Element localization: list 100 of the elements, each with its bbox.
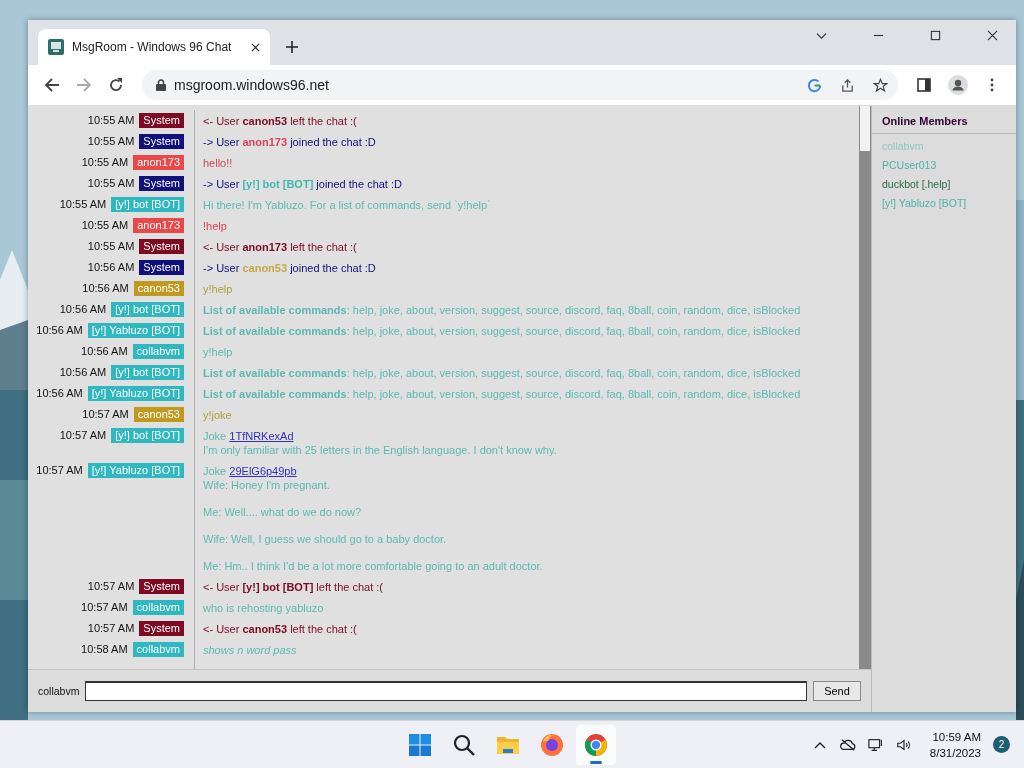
star-icon[interactable] — [873, 77, 888, 93]
message-text: Wife: Well, I guess we should go to a baby doctor. — [203, 533, 447, 545]
message-text: who is rehosting yabluzo — [203, 602, 324, 614]
username-tag: collabvm — [132, 600, 184, 615]
username-tag: [y!] Yabluzo [BOT] — [87, 386, 184, 401]
message-text: List of available commands: help, joke, about, version, suggest, source, discord, faq, 8ball, coin, random, dice, isBlocked — [203, 388, 801, 400]
message-time: 10:56 AM — [59, 365, 107, 380]
message-text: y!help — [203, 283, 233, 295]
username-tag: [y!] Yabluzo [BOT] — [87, 323, 184, 338]
message-time: 10:57 AM — [82, 407, 129, 422]
clock-time[interactable]: 10:59 AM — [932, 728, 981, 745]
message-text: List of available commands: help, joke, about, version, suggest, source, discord, faq, 8ball, coin, random, dice, isBlocked — [203, 304, 801, 316]
address-bar[interactable]: msgroom.windows96.net — [142, 70, 898, 100]
message-text: Hi there! I'm Yabluzo. For a list of commands, send `y!help` — [203, 199, 491, 211]
message-text: y!joke — [203, 409, 232, 421]
username-tag: anon173 — [133, 155, 184, 170]
browser-tab[interactable]: MsgRoom - Windows 96 Chat — [38, 29, 270, 65]
message-time: 10:57 AM — [59, 428, 107, 443]
username-tag: canon53 — [133, 281, 184, 296]
tab-title: MsgRoom - Windows 96 Chat — [72, 40, 233, 54]
message-time: 10:55 AM — [87, 176, 135, 191]
username-tag: System — [139, 621, 184, 636]
message-time: 10:55 AM — [81, 218, 129, 233]
username-tag: collabvm — [132, 344, 184, 359]
back-arrow-icon[interactable] — [44, 77, 60, 93]
message-time: 10:56 AM — [82, 281, 129, 296]
chevron-down-icon[interactable] — [816, 30, 827, 41]
message-text: hello!! — [203, 157, 233, 169]
message-time: 10:57 AM — [81, 600, 128, 615]
message-text: y!help — [203, 346, 233, 358]
share-icon[interactable] — [840, 77, 855, 93]
google-icon[interactable] — [807, 77, 822, 93]
username-tag: [y!] bot [BOT] — [111, 302, 184, 317]
username-tag: System — [139, 260, 184, 275]
message-time: 10:56 AM — [36, 323, 83, 338]
send-button[interactable]: Send — [813, 681, 861, 701]
username-tag: [y!] Yabluzo [BOT] — [87, 463, 184, 478]
username-label: collabvm — [38, 685, 80, 697]
clock-date[interactable]: 8/31/2023 — [929, 744, 981, 761]
message-time: 10:55 AM — [87, 134, 135, 149]
network-icon[interactable] — [867, 736, 884, 753]
message-time: 10:55 AM — [87, 113, 135, 128]
message-text: -> User [y!] bot [BOT] joined the chat :D — [203, 178, 402, 190]
side-panel-icon[interactable] — [916, 77, 932, 93]
username-tag: [y!] bot [BOT] — [111, 428, 184, 443]
close-icon[interactable] — [987, 30, 998, 41]
message-text: List of available commands: help, joke, about, version, suggest, source, discord, faq, 8ball, coin, random, dice, isBlocked — [203, 367, 801, 379]
url-text: msgroom.windows96.net — [174, 77, 329, 93]
username-tag: collabvm — [132, 642, 184, 657]
app-icon — [48, 39, 64, 55]
username-tag: System — [139, 176, 184, 191]
message-text: -> User anon173 joined the chat :D — [203, 136, 376, 148]
scrollbar-thumb[interactable] — [860, 106, 870, 151]
close-icon[interactable] — [251, 42, 260, 52]
message-text: -> User canon53 joined the chat :D — [203, 262, 376, 274]
username-tag: anon173 — [133, 218, 184, 233]
joke-label: Joke — [203, 465, 227, 477]
message-text: !help — [203, 220, 227, 232]
message-time: 10:56 AM — [81, 344, 128, 359]
scrollbar[interactable] — [859, 106, 871, 669]
username-tag: System — [139, 579, 184, 594]
username-tag: System — [139, 239, 184, 254]
message-time: 10:56 AM — [87, 260, 135, 275]
message-time: 10:55 AM — [59, 197, 107, 212]
message-time: 10:55 AM — [81, 155, 129, 170]
username-tag: System — [139, 113, 184, 128]
windows-logo-icon — [408, 733, 432, 757]
message-text: Me: Well.... what do we do now? — [203, 506, 362, 518]
search-icon — [452, 733, 476, 757]
lock-icon — [156, 79, 166, 91]
cloud-off-icon[interactable] — [839, 736, 856, 753]
browser-icon — [584, 733, 608, 757]
speaker-icon[interactable] — [895, 736, 912, 753]
joke-link[interactable]: 29ElG6p49pb — [229, 465, 297, 477]
message-text: Me: Hm.. I think I'd be a lot more comfortable going to an adult doctor. — [203, 560, 543, 572]
username-tag: System — [139, 134, 184, 149]
message-time: 10:58 AM — [81, 642, 128, 657]
plus-icon[interactable] — [286, 41, 298, 53]
maximize-icon[interactable] — [930, 30, 941, 41]
message-text: <- User canon53 left the chat :( — [203, 115, 357, 127]
joke-label: Joke — [203, 430, 227, 442]
message-text: Wife: Honey I'm pregnant. — [203, 479, 330, 491]
joke-link[interactable]: 1TfNRKexAd — [229, 430, 294, 442]
username-tag: [y!] bot [BOT] — [111, 197, 184, 212]
message-input[interactable] — [85, 681, 807, 701]
profile-icon[interactable] — [948, 75, 968, 95]
message-time: 10:57 AM — [36, 463, 83, 478]
panel-title: Online Members — [882, 115, 968, 127]
message-text: shows n word pass — [203, 644, 297, 656]
username-tag: [y!] bot [BOT] — [111, 365, 184, 380]
message-time: 10:57 AM — [87, 579, 135, 594]
message-text: List of available commands: help, joke, about, version, suggest, source, discord, faq, 8ball, coin, random, dice, isBlocked — [203, 325, 801, 337]
member-name[interactable]: duckbot [.help] — [882, 178, 951, 190]
message-text: <- User [y!] bot [BOT] left the chat :( — [203, 581, 383, 593]
reload-icon[interactable] — [108, 77, 124, 93]
notification-badge[interactable]: 2 — [993, 736, 1010, 753]
message-time: 10:56 AM — [36, 386, 83, 401]
message-time: 10:56 AM — [59, 302, 107, 317]
message-text: <- User canon53 left the chat :( — [203, 623, 357, 635]
message-time: 10:55 AM — [87, 239, 135, 254]
